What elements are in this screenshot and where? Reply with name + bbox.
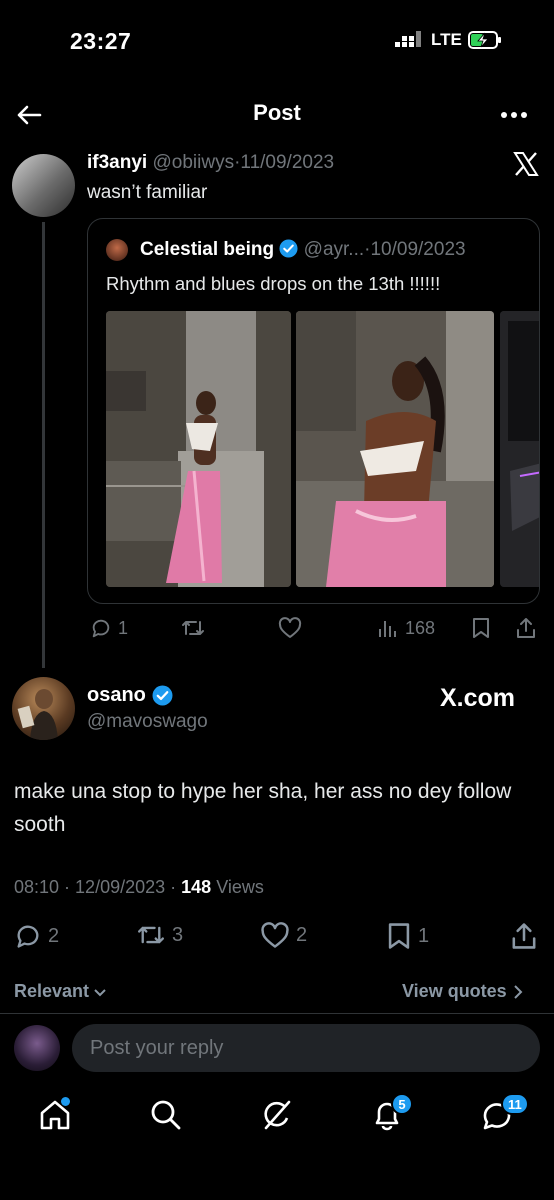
repost-count: 3 xyxy=(172,923,184,946)
author-name-row[interactable]: osano xyxy=(87,684,173,707)
quote-text: Rhythm and blues drops on the 13th !!!!!… xyxy=(106,273,441,294)
heart-icon xyxy=(278,617,302,639)
xcom-watermark: X.com xyxy=(440,684,516,712)
avatar[interactable] xyxy=(12,154,75,217)
views-count: 168 xyxy=(405,617,436,638)
views-count: 148 xyxy=(181,877,212,897)
status-indicators: LTE xyxy=(395,30,502,50)
author-handle[interactable]: @mavoswago xyxy=(87,711,208,733)
more-options-icon[interactable] xyxy=(497,100,531,130)
status-time: 23:27 xyxy=(70,28,132,54)
nav-search[interactable] xyxy=(148,1097,188,1137)
quote-avatar xyxy=(106,239,128,261)
bookmark-icon xyxy=(386,922,412,950)
reply-button[interactable]: 1 xyxy=(90,617,128,639)
repost-button[interactable] xyxy=(181,617,205,639)
post-meta: 08:10 · 12/09/2023 · 148 Views xyxy=(14,877,264,897)
notifications-badge: 5 xyxy=(391,1093,413,1115)
views-label: Views xyxy=(216,877,264,897)
share-icon[interactable] xyxy=(510,922,538,950)
quote-author-handle: @ayr... xyxy=(303,239,365,260)
media-photo-1[interactable] xyxy=(106,311,291,587)
network-label: LTE xyxy=(431,30,462,49)
messages-badge: 11 xyxy=(501,1093,529,1115)
x-logo-icon xyxy=(512,150,540,178)
heart-icon xyxy=(260,922,290,949)
share-button[interactable] xyxy=(515,617,537,639)
post-date: 11/09/2023 xyxy=(240,152,335,173)
nav-grok[interactable] xyxy=(258,1097,298,1137)
signal-icon xyxy=(395,31,425,49)
page-title: Post xyxy=(253,100,301,125)
avatar[interactable] xyxy=(12,677,75,740)
views-icon xyxy=(377,617,399,639)
verified-badge-icon xyxy=(279,239,298,258)
grok-icon xyxy=(258,1097,298,1133)
reply-icon xyxy=(90,617,112,639)
chevron-right-icon xyxy=(511,984,525,1000)
share-icon xyxy=(515,617,537,639)
post-date: 12/09/2023 xyxy=(75,877,166,897)
chevron-down-icon xyxy=(93,985,107,999)
view-quotes-link[interactable]: View quotes xyxy=(402,981,525,1002)
reply-icon xyxy=(14,922,42,950)
nav-home[interactable] xyxy=(37,1097,77,1137)
post-text: make una stop to hype her sha, her ass n… xyxy=(14,780,512,836)
home-unread-dot xyxy=(61,1097,70,1106)
nav-messages[interactable]: 11 xyxy=(479,1093,529,1137)
like-button[interactable] xyxy=(278,617,302,639)
post-time: 08:10 xyxy=(14,877,60,897)
reply-button[interactable]: 2 xyxy=(14,922,59,950)
like-count: 2 xyxy=(296,924,308,946)
like-button[interactable]: 2 xyxy=(260,922,307,949)
author-name[interactable]: osano xyxy=(87,684,146,707)
search-icon xyxy=(148,1097,188,1133)
sort-label: Relevant xyxy=(14,981,90,1001)
quote-card[interactable]: Celestial being @ayr...·10/09/2023 Rhyth… xyxy=(87,218,540,604)
thread-line xyxy=(42,222,45,668)
home-icon xyxy=(37,1097,77,1133)
repost-icon xyxy=(136,922,166,948)
my-avatar[interactable] xyxy=(14,1025,60,1071)
repost-icon xyxy=(181,617,205,639)
repost-button[interactable]: 3 xyxy=(136,922,183,948)
verified-badge-icon xyxy=(152,685,173,706)
views-button[interactable]: 168 xyxy=(377,617,435,639)
bookmark-icon xyxy=(471,617,491,639)
quote-date: 10/09/2023 xyxy=(370,239,466,260)
divider xyxy=(0,1013,554,1014)
view-quotes-label: View quotes xyxy=(402,981,507,1001)
author-handle[interactable]: @obiiwys xyxy=(152,152,234,173)
reply-count: 1 xyxy=(118,617,129,638)
nav-notifications[interactable]: 5 xyxy=(369,1093,413,1137)
author-name[interactable]: if3anyi xyxy=(87,152,147,173)
media-photo-3[interactable] xyxy=(500,311,539,587)
reply-input[interactable] xyxy=(72,1024,540,1072)
reply-count: 2 xyxy=(48,924,60,947)
bookmark-count: 1 xyxy=(418,924,430,947)
reply-sort-dropdown[interactable]: Relevant xyxy=(14,981,107,1002)
author-row: if3anyi @obiiwys·11/09/2023 xyxy=(87,152,334,174)
post-text: wasn’t familiar xyxy=(87,182,208,203)
battery-charging-icon xyxy=(467,30,502,50)
bookmark-button[interactable] xyxy=(471,617,491,639)
quote-author-name: Celestial being xyxy=(140,239,275,260)
bookmark-button[interactable]: 1 xyxy=(386,922,429,950)
media-photo-2[interactable] xyxy=(296,311,494,587)
quote-author-row: Celestial being @ayr...·10/09/2023 xyxy=(140,239,466,261)
